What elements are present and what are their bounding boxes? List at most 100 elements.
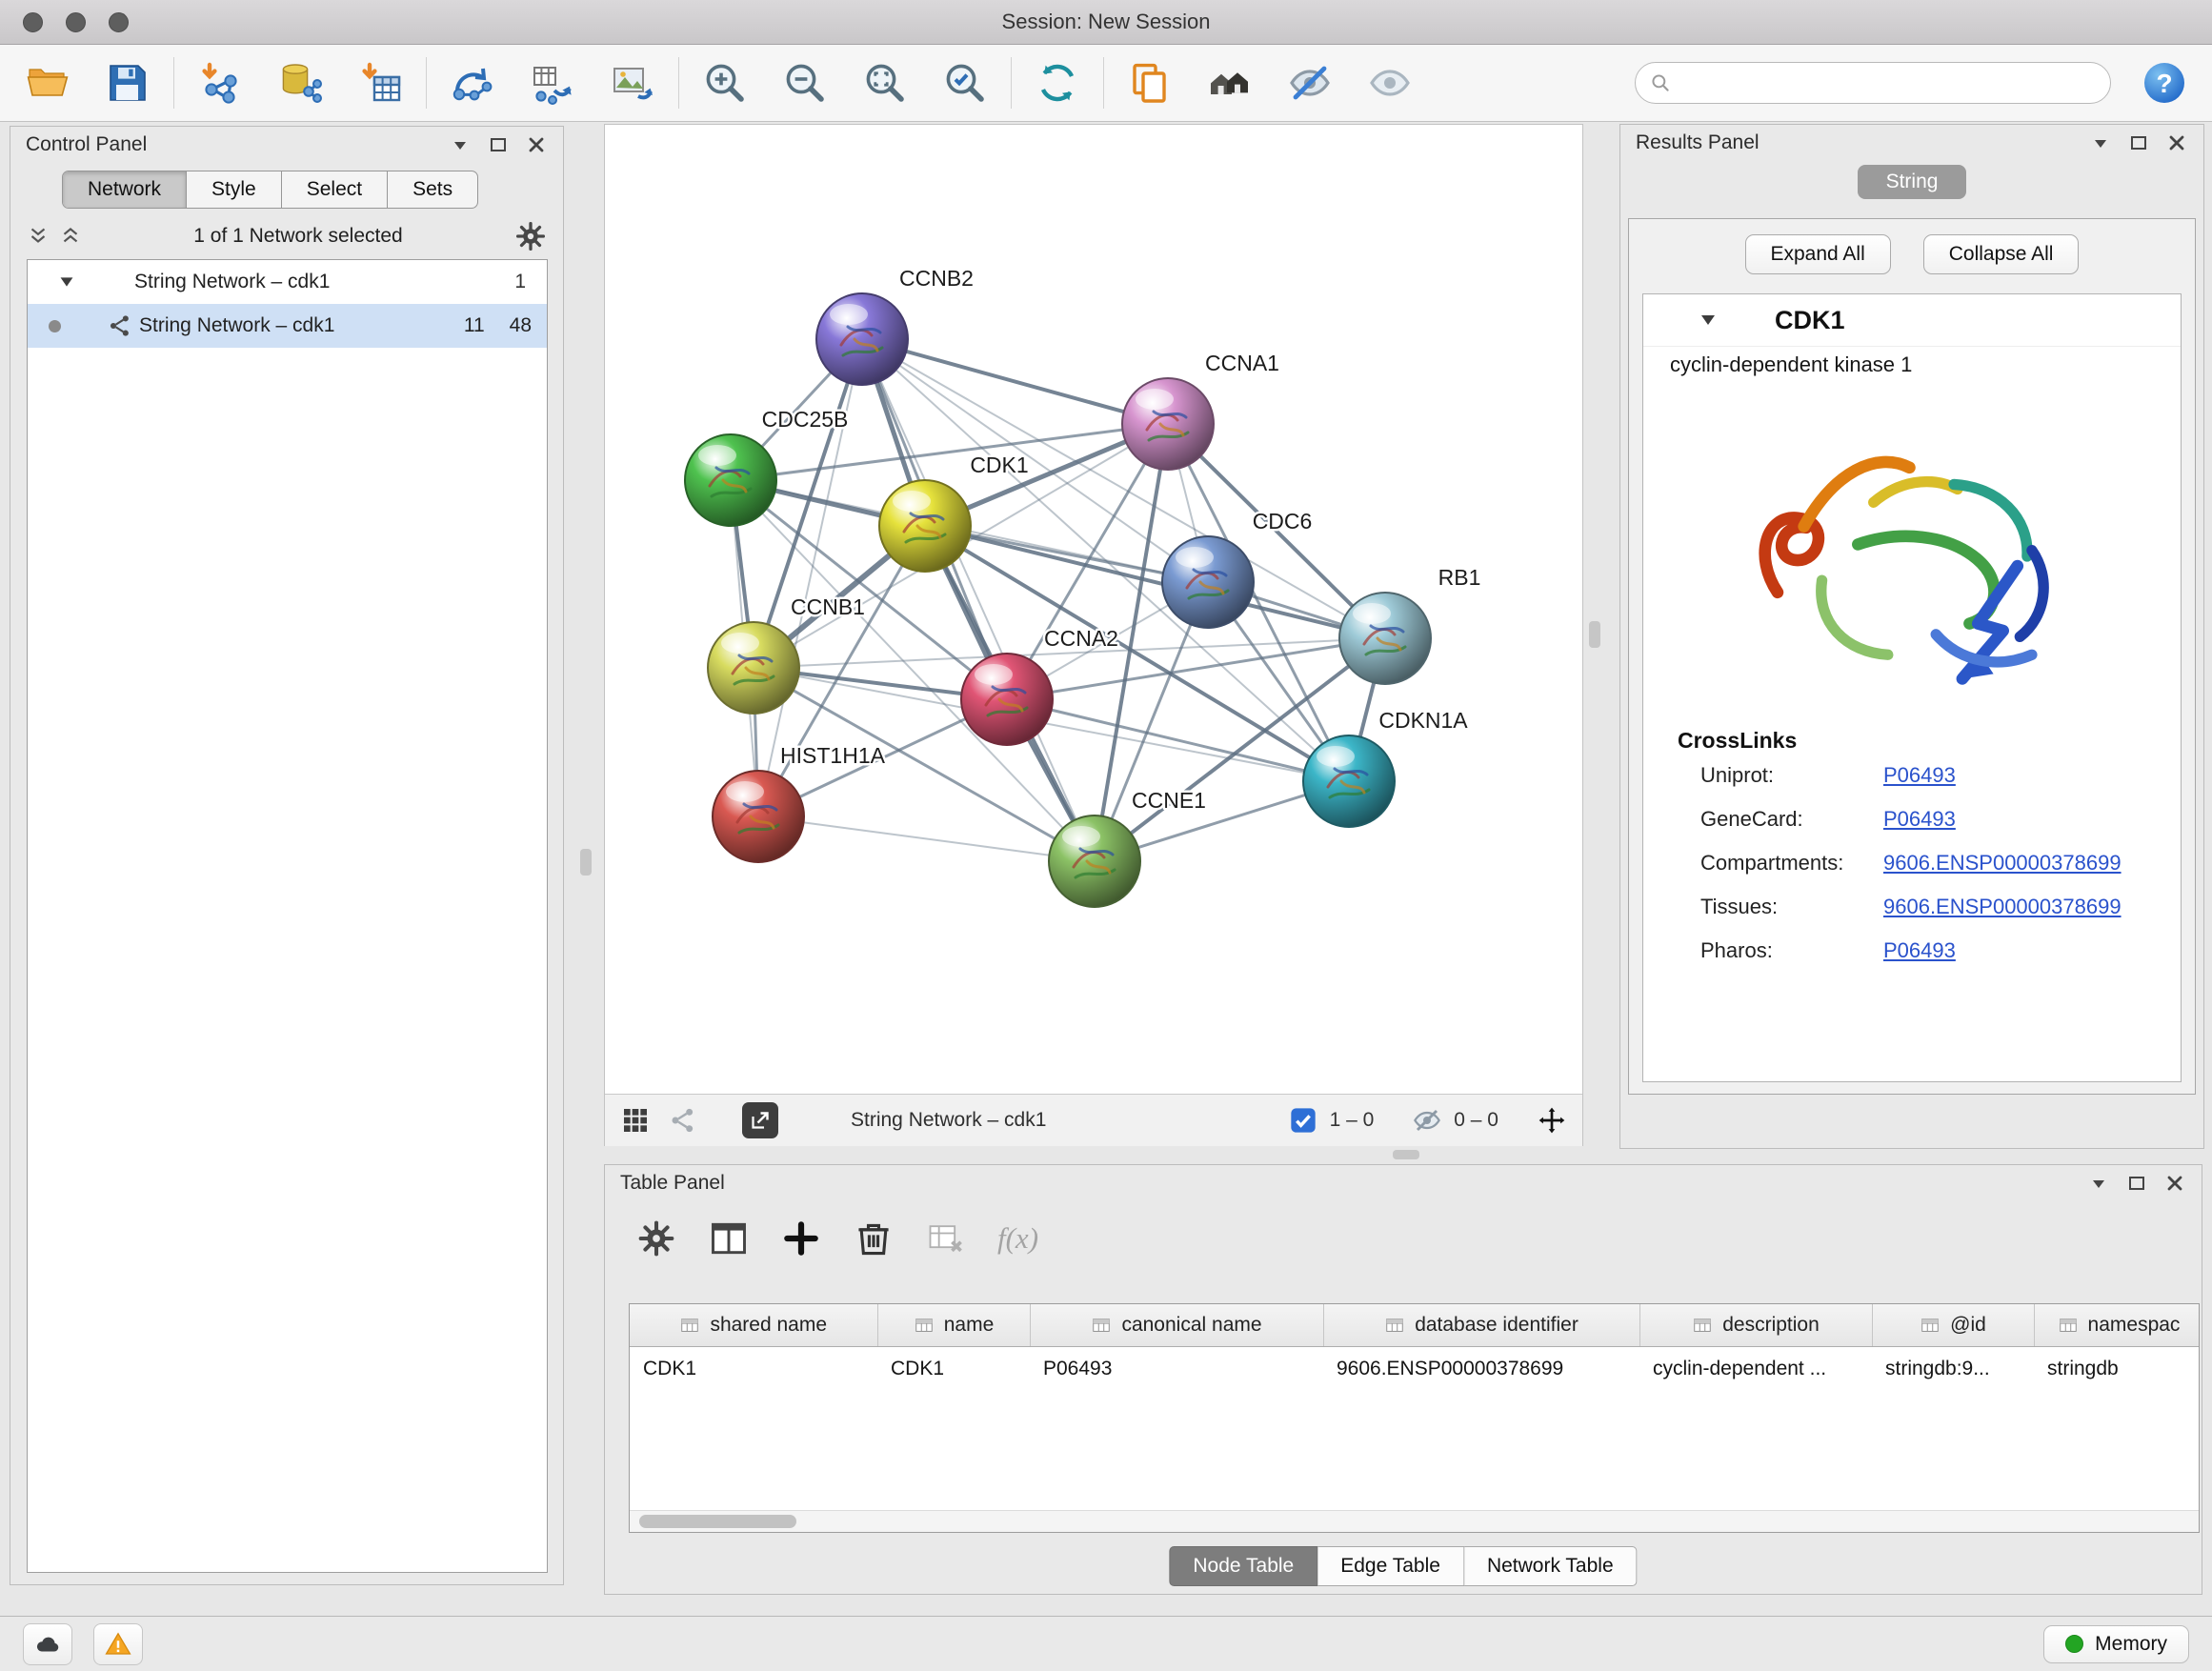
memory-button[interactable]: Memory — [2043, 1625, 2189, 1663]
zoom-fit-button[interactable] — [858, 56, 912, 110]
splitter-handle[interactable] — [1589, 621, 1600, 648]
tree-expander-icon[interactable] — [56, 272, 77, 292]
genecard-link[interactable]: P06493 — [1883, 807, 1956, 832]
detach-view-button[interactable] — [742, 1102, 778, 1138]
network-node-CDK1[interactable] — [879, 480, 971, 572]
import-network-file-button[interactable] — [193, 56, 247, 110]
double-chevron-up-icon[interactable] — [58, 224, 83, 249]
close-panel-button[interactable] — [2163, 1172, 2186, 1195]
network-options-gear-button[interactable] — [513, 219, 548, 253]
column-header-description[interactable]: description — [1639, 1304, 1872, 1347]
horizontal-scrollbar[interactable] — [630, 1510, 2199, 1532]
network-node-CDC25B[interactable] — [685, 434, 776, 526]
splitter-handle[interactable] — [580, 849, 592, 876]
tab-sets[interactable]: Sets — [388, 171, 477, 208]
function-builder-button[interactable]: f(x) — [997, 1221, 1038, 1256]
cell-name[interactable]: CDK1 — [877, 1347, 1030, 1392]
section-collapse-icon[interactable] — [1697, 309, 1719, 332]
network-edge[interactable] — [862, 339, 1095, 861]
export-image-button[interactable] — [606, 56, 659, 110]
table-row[interactable]: CDK1 CDK1 P06493 9606.ENSP00000378699 cy… — [630, 1347, 2200, 1392]
pan-move-icon[interactable] — [1537, 1105, 1567, 1136]
open-session-button[interactable] — [21, 56, 74, 110]
zoom-out-button[interactable] — [778, 56, 832, 110]
tab-node-table[interactable]: Node Table — [1169, 1546, 1317, 1586]
collapse-panel-button[interactable] — [2089, 131, 2112, 154]
uniprot-link[interactable]: P06493 — [1883, 763, 1956, 788]
network-node-CCNE1[interactable] — [1049, 815, 1140, 907]
scrollbar-thumb[interactable] — [639, 1515, 796, 1528]
tab-string[interactable]: String — [1858, 165, 1967, 199]
help-button[interactable]: ? — [2138, 56, 2191, 110]
network-node-CCNA2[interactable] — [961, 654, 1053, 745]
column-header-database-identifier[interactable]: database identifier — [1323, 1304, 1639, 1347]
network-node-CDC6[interactable] — [1162, 536, 1254, 628]
zoom-selected-button[interactable] — [938, 56, 992, 110]
import-network-database-button[interactable] — [273, 56, 327, 110]
cell-namespace[interactable]: stringdb — [2034, 1347, 2200, 1392]
network-node-CCNB1[interactable] — [708, 622, 799, 714]
selected-items-checkbox-icon[interactable] — [1288, 1105, 1318, 1136]
splitter-handle[interactable] — [1393, 1150, 1419, 1159]
network-node-CCNB2[interactable] — [816, 293, 908, 385]
first-neighbors-button[interactable] — [446, 56, 499, 110]
float-panel-button[interactable] — [2127, 131, 2150, 154]
float-panel-button[interactable] — [2125, 1172, 2148, 1195]
network-edge[interactable] — [758, 816, 1095, 861]
new-network-from-table-button[interactable] — [526, 56, 579, 110]
network-collection-row[interactable]: String Network – cdk1 1 — [28, 260, 547, 304]
column-header-name[interactable]: name — [877, 1304, 1030, 1347]
cell-shared-name[interactable]: CDK1 — [630, 1347, 877, 1392]
network-node-RB1[interactable] — [1339, 593, 1431, 684]
column-header-id[interactable]: @id — [1872, 1304, 2034, 1347]
close-panel-button[interactable] — [525, 133, 548, 156]
tab-select[interactable]: Select — [282, 171, 388, 208]
network-row-selected[interactable]: String Network – cdk1 11 48 — [28, 304, 547, 348]
column-header-canonical-name[interactable]: canonical name — [1030, 1304, 1323, 1347]
network-node-HIST1H1A[interactable] — [713, 771, 804, 862]
double-chevron-down-icon[interactable] — [26, 224, 50, 249]
pharos-link[interactable]: P06493 — [1883, 938, 1956, 963]
cell-description[interactable]: cyclin-dependent ... — [1639, 1347, 1872, 1392]
column-header-namespace[interactable]: namespac — [2034, 1304, 2200, 1347]
show-all-levels-button[interactable] — [1203, 56, 1257, 110]
grid-view-icon[interactable] — [620, 1105, 651, 1136]
network-node-CDKN1A[interactable] — [1303, 735, 1395, 827]
table-settings-gear-button[interactable] — [635, 1218, 677, 1259]
tab-style[interactable]: Style — [187, 171, 282, 208]
zoom-in-button[interactable] — [698, 56, 752, 110]
refresh-view-button[interactable] — [1031, 56, 1084, 110]
network-edge[interactable] — [1007, 699, 1349, 781]
collapse-all-button[interactable]: Collapse All — [1923, 234, 2080, 274]
tissues-link[interactable]: 9606.ENSP00000378699 — [1883, 895, 2122, 919]
tab-edge-table[interactable]: Edge Table — [1317, 1546, 1464, 1586]
collapse-panel-button[interactable] — [449, 133, 472, 156]
tab-network-table[interactable]: Network Table — [1464, 1546, 1638, 1586]
close-panel-button[interactable] — [2165, 131, 2188, 154]
cell-canonical-name[interactable]: P06493 — [1030, 1347, 1323, 1392]
cell-database-identifier[interactable]: 9606.ENSP00000378699 — [1323, 1347, 1639, 1392]
hide-selected-button[interactable] — [1283, 56, 1337, 110]
network-edge[interactable] — [925, 526, 1385, 638]
cell-id[interactable]: stringdb:9... — [1872, 1347, 2034, 1392]
duplicate-network-button[interactable] — [1123, 56, 1176, 110]
search-input[interactable] — [1635, 62, 2111, 104]
import-table-button[interactable] — [353, 56, 407, 110]
warnings-button[interactable] — [93, 1623, 143, 1665]
expand-all-button[interactable]: Expand All — [1745, 234, 1891, 274]
save-session-button[interactable] — [101, 56, 154, 110]
delete-table-button[interactable] — [925, 1218, 967, 1259]
network-overview-icon[interactable] — [668, 1105, 698, 1136]
add-column-button[interactable] — [780, 1218, 822, 1259]
delete-column-button[interactable] — [853, 1218, 895, 1259]
network-node-CCNA1[interactable] — [1122, 378, 1214, 470]
tab-network[interactable]: Network — [63, 171, 187, 208]
column-header-shared-name[interactable]: shared name — [630, 1304, 877, 1347]
compartments-link[interactable]: 9606.ENSP00000378699 — [1883, 851, 2122, 876]
float-panel-button[interactable] — [487, 133, 510, 156]
show-hidden-button[interactable] — [1363, 56, 1417, 110]
hidden-items-eye-icon[interactable] — [1412, 1105, 1442, 1136]
cloud-status-button[interactable] — [23, 1623, 72, 1665]
collapse-panel-button[interactable] — [2087, 1172, 2110, 1195]
show-columns-button[interactable] — [708, 1218, 750, 1259]
